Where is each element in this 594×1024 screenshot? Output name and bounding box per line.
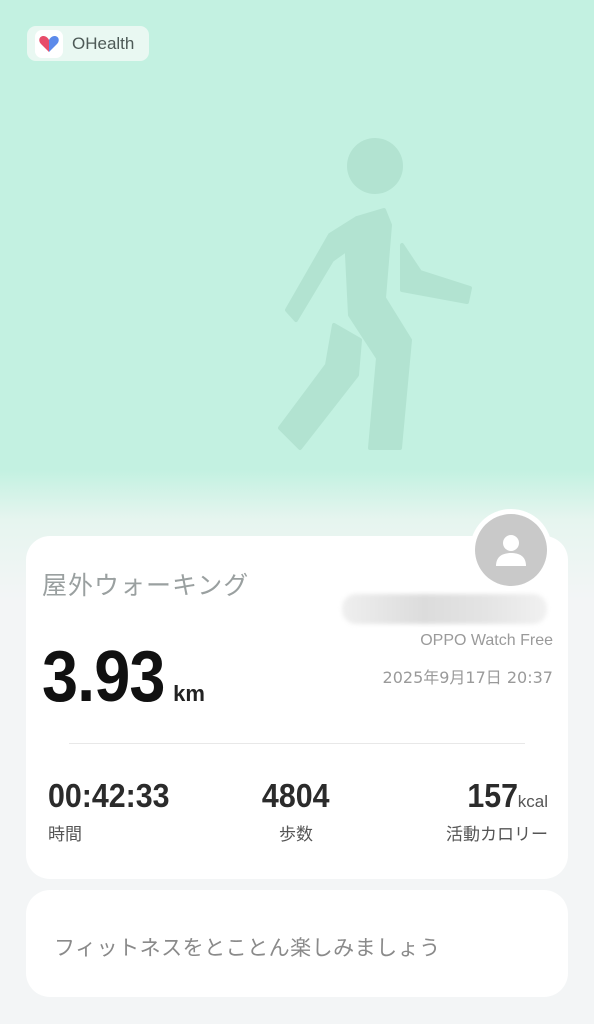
distance-unit: km bbox=[173, 681, 205, 706]
workout-summary-card[interactable]: 屋外ウォーキング OPPO Watch Free 2025年9月17日 20:3… bbox=[26, 536, 568, 879]
workout-datetime: 2025年9月17日 20:37 bbox=[382, 668, 553, 687]
device-name: OPPO Watch Free bbox=[420, 632, 553, 649]
duration-label: 時間 bbox=[48, 825, 82, 845]
stat-calories: 157kcal 活動カロリー bbox=[446, 776, 548, 845]
user-avatar-icon bbox=[475, 514, 547, 586]
divider bbox=[69, 743, 525, 744]
calories-unit: kcal bbox=[517, 792, 548, 811]
slogan-text: フィットネスをとことん楽しみましょう bbox=[54, 936, 441, 960]
workout-type-title: 屋外ウォーキング bbox=[42, 571, 250, 600]
heart-icon bbox=[35, 29, 63, 58]
duration-value: 00:42:33 bbox=[48, 777, 170, 814]
stat-steps: 4804 歩数 bbox=[226, 776, 366, 845]
walking-person-icon bbox=[262, 130, 492, 460]
distance-value: 3.93 bbox=[42, 637, 165, 717]
steps-value: 4804 bbox=[262, 777, 330, 814]
distance-display: 3.93 km bbox=[42, 636, 205, 718]
app-name: OHealth bbox=[72, 33, 135, 53]
calories-value: 157 bbox=[467, 777, 518, 814]
avatar[interactable] bbox=[470, 509, 552, 591]
stat-duration: 00:42:33 時間 bbox=[48, 776, 180, 845]
app-badge: OHealth bbox=[27, 26, 149, 61]
slogan-card: フィットネスをとことん楽しみましょう bbox=[26, 890, 568, 997]
user-name-redacted bbox=[342, 594, 547, 624]
calories-label: 活動カロリー bbox=[446, 825, 548, 845]
steps-label: 歩数 bbox=[279, 825, 313, 845]
